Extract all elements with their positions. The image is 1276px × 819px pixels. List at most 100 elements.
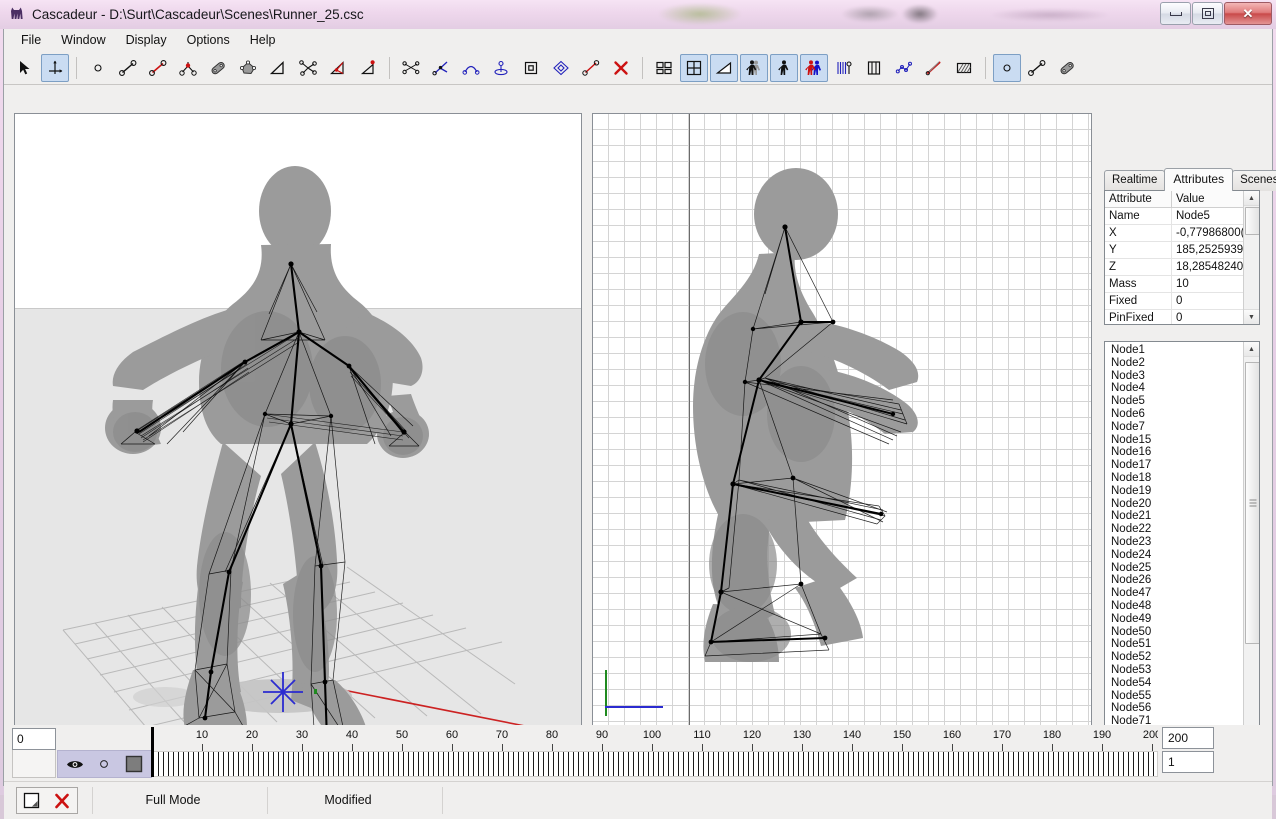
list-item[interactable]: Node3 bbox=[1105, 370, 1243, 383]
timeline-frame-tick[interactable] bbox=[348, 752, 349, 776]
timeline-frame-tick[interactable] bbox=[898, 752, 899, 776]
menu-item-options[interactable]: Options bbox=[178, 30, 239, 50]
list-item[interactable]: Node24 bbox=[1105, 549, 1243, 562]
timeline-frame-tick[interactable] bbox=[328, 752, 329, 776]
timeline-frame-tick[interactable] bbox=[513, 752, 514, 776]
timeline-frame-tick[interactable] bbox=[203, 752, 204, 776]
timeline-frame-tick[interactable] bbox=[1088, 752, 1089, 776]
timeline-frame-tick[interactable] bbox=[798, 752, 799, 776]
node-list[interactable]: Node1Node2Node3Node4Node5Node6Node7Node1… bbox=[1104, 341, 1260, 751]
list-item[interactable]: Node55 bbox=[1105, 690, 1243, 703]
timeline-frame-tick[interactable] bbox=[858, 752, 859, 776]
timeline-frame-tick[interactable] bbox=[728, 752, 729, 776]
timeline-frame-tick[interactable] bbox=[1013, 752, 1014, 776]
timeline-frame-tick[interactable] bbox=[768, 752, 769, 776]
triangle-red-button[interactable] bbox=[324, 54, 352, 82]
tab-scenes[interactable]: Scenes bbox=[1232, 170, 1276, 191]
timeline-frame-tick[interactable] bbox=[543, 752, 544, 776]
timeline-frame-tick[interactable] bbox=[1093, 752, 1094, 776]
timeline-frame-tick[interactable] bbox=[673, 752, 674, 776]
timeline-frame-tick[interactable] bbox=[833, 752, 834, 776]
timeline-frame-tick[interactable] bbox=[458, 752, 459, 776]
timeline-frame-tick[interactable] bbox=[243, 752, 244, 776]
timeline-frame-tick[interactable] bbox=[323, 752, 324, 776]
timeline-frame-tick[interactable] bbox=[908, 752, 909, 776]
table-row[interactable]: PinFixed0 bbox=[1105, 310, 1259, 326]
point-button[interactable] bbox=[84, 54, 112, 82]
list-item[interactable]: Node17 bbox=[1105, 459, 1243, 472]
step-input[interactable]: 1 bbox=[1162, 751, 1214, 773]
list-item[interactable]: Node54 bbox=[1105, 677, 1243, 690]
timeline-frame-tick[interactable] bbox=[538, 752, 539, 776]
timeline-frame-tick[interactable] bbox=[468, 752, 469, 776]
timeline-playhead[interactable] bbox=[151, 727, 154, 777]
timeline-frame-tick[interactable] bbox=[1018, 752, 1019, 776]
list-item[interactable]: Node7 bbox=[1105, 421, 1243, 434]
timeline-frame-tick[interactable] bbox=[793, 752, 794, 776]
timeline-frame-tick[interactable] bbox=[383, 752, 384, 776]
scroll-up-icon[interactable]: ▲ bbox=[1244, 191, 1259, 206]
timeline-frame-tick[interactable] bbox=[993, 752, 994, 776]
timeline-frame-tick[interactable] bbox=[1118, 752, 1119, 776]
timeline-frame-tick[interactable] bbox=[498, 752, 499, 776]
list-item[interactable]: Node23 bbox=[1105, 536, 1243, 549]
menu-item-help[interactable]: Help bbox=[241, 30, 285, 50]
timeline-frame-tick[interactable] bbox=[853, 752, 854, 776]
timeline-frame-tick[interactable] bbox=[1048, 752, 1049, 776]
timeline-frame-tick[interactable] bbox=[1083, 752, 1084, 776]
timeline-frame-tick[interactable] bbox=[568, 752, 569, 776]
timeline-frame-tick[interactable] bbox=[398, 752, 399, 776]
timeline-frame-tick[interactable] bbox=[213, 752, 214, 776]
timeline-frame-tick[interactable] bbox=[978, 752, 979, 776]
timeline-frame-tick[interactable] bbox=[1108, 752, 1109, 776]
timeline-frame-tick[interactable] bbox=[188, 752, 189, 776]
timeline-frame-tick[interactable] bbox=[678, 752, 679, 776]
timeline-frame-tick[interactable] bbox=[228, 752, 229, 776]
timeline-frame-tick[interactable] bbox=[508, 752, 509, 776]
timeline-frame-tick[interactable] bbox=[518, 752, 519, 776]
table-row[interactable]: X-0,77986800( bbox=[1105, 225, 1259, 242]
timeline-frame-tick[interactable] bbox=[178, 752, 179, 776]
character-shadow-button[interactable] bbox=[740, 54, 768, 82]
timeline-frame-tick[interactable] bbox=[593, 752, 594, 776]
timeline-frame-tick[interactable] bbox=[523, 752, 524, 776]
timeline-frame-tick[interactable] bbox=[1028, 752, 1029, 776]
timeline-frame-tick[interactable] bbox=[1133, 752, 1134, 776]
list-item[interactable]: Node16 bbox=[1105, 446, 1243, 459]
timeline-frame-tick[interactable] bbox=[268, 752, 269, 776]
timeline-frame-tick[interactable] bbox=[708, 752, 709, 776]
timeline-frame-tick[interactable] bbox=[748, 752, 749, 776]
timeline-frame-tick[interactable] bbox=[988, 752, 989, 776]
red-x-icon[interactable] bbox=[53, 792, 71, 810]
timeline-frames-strip[interactable] bbox=[152, 751, 1158, 777]
attributes-scrollbar[interactable]: ▲ ▼ bbox=[1243, 191, 1259, 324]
timeline-frame-tick[interactable] bbox=[878, 752, 879, 776]
list-item[interactable]: Node6 bbox=[1105, 408, 1243, 421]
timeline-frame-tick[interactable] bbox=[473, 752, 474, 776]
list-item[interactable]: Node20 bbox=[1105, 498, 1243, 511]
timeline-frame-tick[interactable] bbox=[238, 752, 239, 776]
timeline-frame-tick[interactable] bbox=[683, 752, 684, 776]
timeline-frame-tick[interactable] bbox=[483, 752, 484, 776]
timeline-frame-tick[interactable] bbox=[588, 752, 589, 776]
timeline-frame-tick[interactable] bbox=[938, 752, 939, 776]
timeline-frame-tick[interactable] bbox=[658, 752, 659, 776]
side-viewport[interactable] bbox=[592, 113, 1092, 728]
timeline-frame-tick[interactable] bbox=[478, 752, 479, 776]
timeline-frame-tick[interactable] bbox=[193, 752, 194, 776]
polygon-body-button[interactable] bbox=[234, 54, 262, 82]
timeline-frame-tick[interactable] bbox=[533, 752, 534, 776]
range-end-input[interactable]: 200 bbox=[1162, 727, 1214, 749]
timeline-frame-tick[interactable] bbox=[698, 752, 699, 776]
timeline-frame-tick[interactable] bbox=[968, 752, 969, 776]
tab-realtime[interactable]: Realtime bbox=[1104, 170, 1165, 191]
tab-attributes[interactable]: Attributes bbox=[1164, 168, 1233, 191]
timeline-frame-tick[interactable] bbox=[433, 752, 434, 776]
timeline-frame-tick[interactable] bbox=[883, 752, 884, 776]
timeline-frame-tick[interactable] bbox=[1058, 752, 1059, 776]
timeline-frame-tick[interactable] bbox=[253, 752, 254, 776]
layout-tiles-button[interactable] bbox=[650, 54, 678, 82]
timeline-frame-tick[interactable] bbox=[703, 752, 704, 776]
timeline-frame-tick[interactable] bbox=[493, 752, 494, 776]
timeline-frame-tick[interactable] bbox=[838, 752, 839, 776]
